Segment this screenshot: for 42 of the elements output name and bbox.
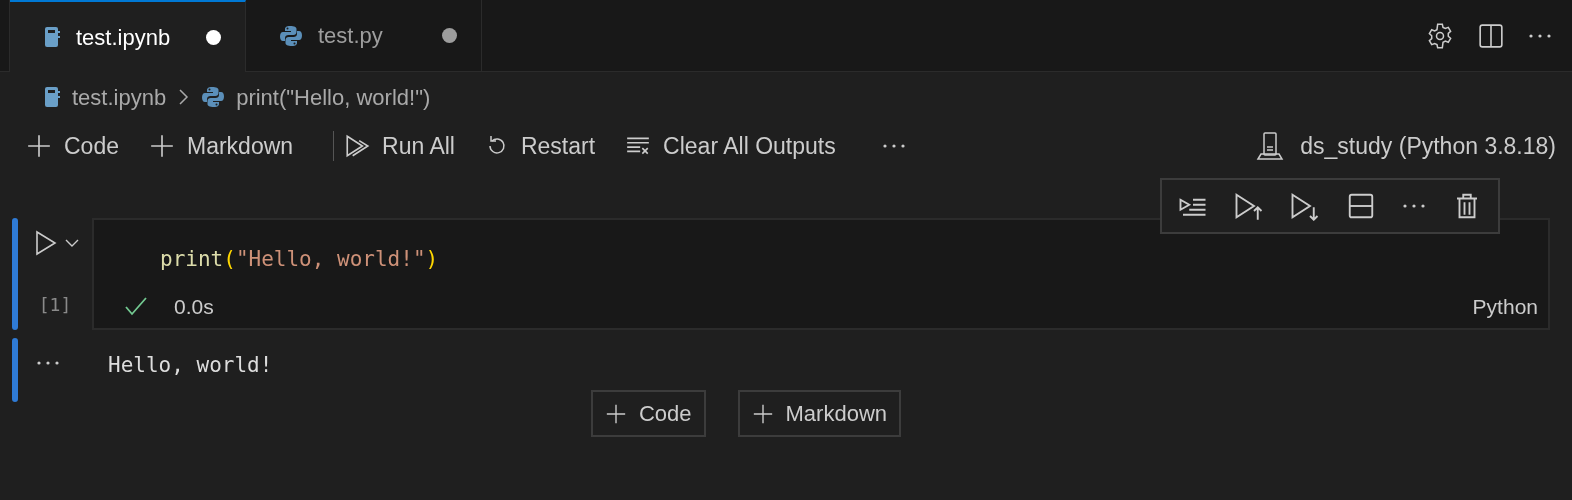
split-editor-icon[interactable]	[1478, 22, 1504, 49]
plus-icon	[149, 133, 175, 159]
run-below-icon	[1290, 191, 1320, 221]
toolbar-button[interactable]: Code	[26, 128, 119, 164]
output-bar	[12, 338, 18, 402]
toolbar-button[interactable]: Clear All Outputs	[625, 128, 836, 164]
output-menu-icon	[36, 360, 60, 366]
settings-icon[interactable]	[1426, 21, 1454, 50]
execution-count: [1]	[38, 293, 72, 317]
tab-label: test.py	[318, 22, 384, 50]
breadcrumb-item[interactable]: print("Hello, world!")	[236, 80, 431, 114]
plus-icon	[26, 133, 52, 159]
kernel-picker[interactable]: ds_study (Python 3.8.18)	[1256, 128, 1556, 164]
tab-label: test.ipynb	[76, 23, 172, 52]
run-above-icon	[1234, 191, 1264, 221]
run-all-icon	[344, 133, 371, 159]
code-cell[interactable]: print("Hello, world!") 0.0s Python	[92, 218, 1550, 330]
toolbar-button[interactable]: Restart	[484, 128, 596, 164]
more-icon[interactable]	[1528, 32, 1552, 39]
code-line: print("Hello, world!")	[159, 246, 440, 273]
chevron-right-icon	[178, 87, 191, 107]
python-icon	[280, 24, 302, 47]
notebook-icon	[44, 26, 60, 48]
more-icon[interactable]	[881, 143, 906, 149]
plus-icon	[751, 402, 774, 425]
toolbar-button[interactable]: Run All	[344, 128, 455, 164]
more-icon[interactable]	[1402, 203, 1426, 209]
cell-language[interactable]: Python	[1472, 290, 1538, 322]
toolbar-button[interactable]: Markdown	[149, 128, 294, 164]
notebook-icon	[44, 86, 60, 108]
split-cell-icon	[1346, 191, 1376, 221]
python-icon	[202, 86, 225, 108]
run-cell-icon[interactable]	[35, 230, 57, 256]
add-cell-button[interactable]: Markdown	[737, 390, 902, 437]
chevron-down-icon[interactable]	[65, 238, 79, 248]
execution-time: 0.0s	[174, 293, 214, 320]
cell-output: Hello, world!	[108, 352, 273, 379]
plus-icon	[604, 402, 627, 425]
add-cell-button[interactable]: Code	[590, 390, 706, 437]
server-icon	[1256, 131, 1285, 161]
editor-tab[interactable]: test.ipynb	[10, 0, 246, 72]
breadcrumb-item[interactable]: test.ipynb	[72, 80, 167, 114]
